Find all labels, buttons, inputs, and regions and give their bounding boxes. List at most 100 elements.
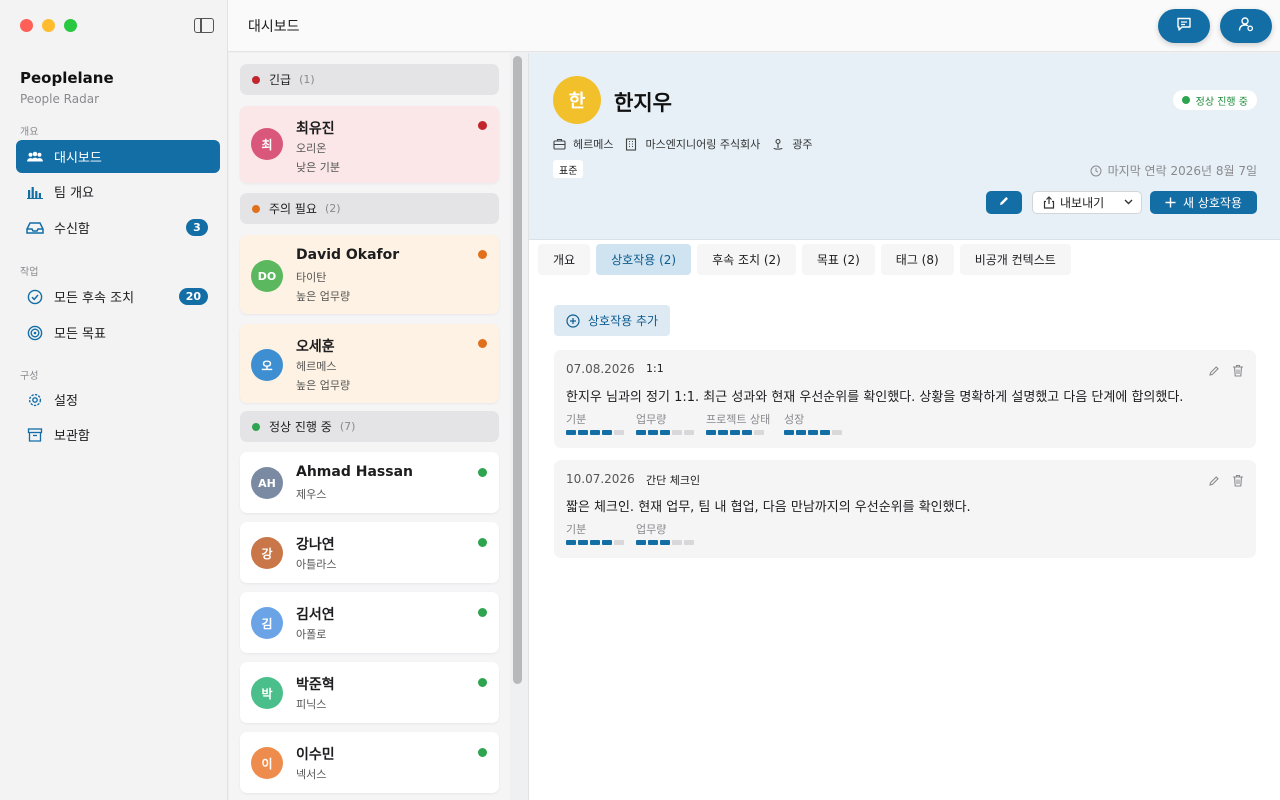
people-list: 긴급 (1) 최 최유진 오리온 낮은 기분 주의 필요 (2) DO Davi… [229, 53, 510, 800]
section-label-tasks: 작업 [20, 267, 39, 278]
rating-segment [648, 430, 658, 435]
group-count: (7) [339, 420, 356, 433]
rating-segment [730, 430, 740, 435]
rating-segment [684, 540, 694, 545]
status-dot [252, 204, 260, 213]
avatar: 강 [251, 537, 283, 569]
rating-bars [636, 540, 694, 545]
rating-segment [672, 430, 682, 435]
add-person-button[interactable] [1220, 9, 1272, 43]
person-card[interactable]: 이 이수민 넥서스 [240, 732, 499, 793]
avatar: 최 [251, 128, 283, 160]
rating-segment [566, 540, 576, 545]
status-dot [478, 468, 487, 477]
person-card[interactable]: 박 박준혁 피닉스 [240, 662, 499, 723]
metric-label: 업무량 [636, 523, 667, 536]
group-header-urgent[interactable]: 긴급 (1) [240, 64, 499, 95]
status-dot [1181, 96, 1190, 104]
interaction-date: 07.08.2026 [566, 362, 635, 376]
briefcase-icon [553, 137, 567, 151]
rating-segment [602, 540, 612, 545]
pencil-icon[interactable] [1208, 362, 1220, 381]
rating-segment [648, 540, 658, 545]
gear-icon [26, 391, 44, 409]
group-label: 주의 필요 [269, 202, 317, 216]
status-badge: 정상 진행 중 [1172, 90, 1257, 110]
rating-segment [706, 430, 716, 435]
top-bar: 대시보드 [228, 0, 1280, 52]
person-name: 박준혁 [296, 677, 335, 693]
tab-goals[interactable]: 목표 (2) [801, 244, 875, 275]
rating-segment [796, 430, 806, 435]
sidebar-item-settings[interactable]: 설정 [16, 383, 220, 416]
edit-button[interactable] [986, 191, 1022, 214]
rating-segment [808, 430, 818, 435]
rating-segment [684, 430, 694, 435]
metric-label: 기분 [566, 413, 587, 426]
target-icon [26, 324, 44, 342]
rating-segment [832, 430, 842, 435]
tab-tags[interactable]: 태그 (8) [880, 244, 954, 275]
profile-team: 헤르메스 [573, 138, 614, 151]
trash-icon[interactable] [1232, 362, 1244, 381]
new-interaction-button[interactable]: 새 상호작용 [1150, 191, 1257, 214]
tab-interactions[interactable]: 상호작용 (2) [596, 244, 692, 275]
rating-segment [590, 540, 600, 545]
detail-pane: 한 한지우 정상 진행 중 헤르메스 마스엔지니어링 주식회사 광주 표준 마지… [528, 53, 1280, 800]
group-header-attention[interactable]: 주의 필요 (2) [240, 193, 499, 224]
messages-button[interactable] [1158, 9, 1210, 43]
person-card[interactable]: 김 김서연 아폴로 [240, 592, 499, 653]
person-card[interactable]: DO David Okafor 타이탄 높은 업무량 [240, 235, 499, 314]
person-card[interactable]: 최 최유진 오리온 낮은 기분 [240, 106, 499, 183]
zoom-window-button[interactable] [64, 19, 77, 32]
close-window-button[interactable] [20, 19, 33, 32]
sidebar-item-dashboard[interactable]: 대시보드 [16, 140, 220, 173]
add-interaction-button[interactable]: 상호작용 추가 [554, 305, 671, 336]
avatar: 이 [251, 747, 283, 779]
group-header-on-track[interactable]: 정상 진행 중 (7) [240, 411, 499, 442]
avatar: AH [251, 467, 283, 499]
person-card[interactable]: AH Ahmad Hassan 제우스 [240, 452, 499, 513]
pencil-icon [998, 195, 1010, 210]
sidebar-toggle-icon[interactable] [194, 18, 214, 33]
inbox-count-badge: 3 [186, 219, 208, 236]
avatar: DO [251, 260, 283, 292]
status-dot [478, 678, 487, 687]
person-note: 낮은 기분 [296, 161, 340, 174]
status-dot [478, 250, 487, 259]
tab-overview[interactable]: 개요 [538, 244, 591, 275]
list-scrollbar[interactable] [513, 56, 522, 684]
sidebar-item-label: 모든 목표 [54, 327, 106, 342]
sidebar-item-team-overview[interactable]: 팀 개요 [16, 175, 220, 208]
interaction-actions [1208, 362, 1244, 381]
new-interaction-label: 새 상호작용 [1182, 196, 1242, 210]
rating-segment [660, 540, 670, 545]
tab-followups[interactable]: 후속 조치 (2) [697, 244, 796, 275]
avatar: 한 [553, 76, 601, 124]
clock-icon [1090, 165, 1102, 177]
person-card[interactable]: 오 오세훈 헤르메스 높은 업무량 [240, 324, 499, 403]
sidebar: Peoplelane People Radar 개요 대시보드 팀 개요 수신함… [0, 0, 228, 800]
share-icon [1043, 196, 1055, 209]
person-name: 이수민 [296, 747, 335, 763]
sidebar-item-all-followups[interactable]: 모든 후속 조치 20 [16, 280, 220, 313]
person-card[interactable]: 강 강나연 아틀라스 [240, 522, 499, 583]
tab-private-context[interactable]: 비공개 컨텍스트 [959, 244, 1071, 275]
minimize-window-button[interactable] [42, 19, 55, 32]
trash-icon[interactable] [1232, 472, 1244, 491]
group-count: (1) [299, 73, 315, 86]
metric-label: 업무량 [636, 413, 667, 426]
sidebar-item-all-goals[interactable]: 모든 목표 [16, 316, 220, 349]
archive-icon [26, 426, 44, 444]
avatar: 김 [251, 607, 283, 639]
export-button[interactable]: 내보내기 [1032, 191, 1142, 214]
person-name: 강나연 [296, 537, 335, 553]
rating-segment [754, 430, 764, 435]
person-note: 높은 업무량 [296, 290, 351, 303]
sidebar-item-label: 대시보드 [54, 151, 102, 166]
sidebar-item-inbox[interactable]: 수신함 3 [16, 211, 220, 244]
sidebar-item-archive[interactable]: 보관함 [16, 418, 220, 451]
rating-segment [820, 430, 830, 435]
pencil-icon[interactable] [1208, 472, 1220, 491]
rating-segment [566, 430, 576, 435]
